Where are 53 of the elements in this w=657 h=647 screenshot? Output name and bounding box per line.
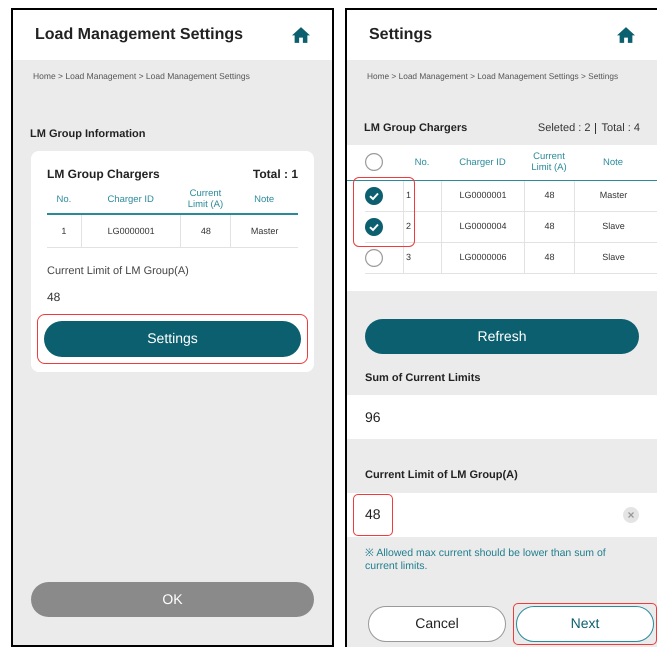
settings-button[interactable]: Settings xyxy=(44,320,301,357)
table-cell: 48 xyxy=(524,242,574,273)
selected-count: Seleted : 2 xyxy=(538,121,590,136)
table-cell: Slave xyxy=(574,242,652,273)
column-header: Note xyxy=(602,156,624,168)
cancel-button[interactable]: Cancel xyxy=(368,606,506,642)
limit-value: 48 xyxy=(353,494,393,536)
section-title: LM Group Information xyxy=(30,126,146,142)
table-cell: 48 xyxy=(524,212,574,242)
sum-label: Sum of Current Limits xyxy=(365,370,482,386)
unchecked-radio[interactable] xyxy=(365,153,383,172)
limit-label: Current Limit of LM Group(A) xyxy=(365,468,519,484)
column-header: No. xyxy=(56,194,72,205)
column-header: Current Limit (A) xyxy=(186,188,224,210)
next-button[interactable]: Next xyxy=(516,606,654,642)
sum-field: 96 xyxy=(347,395,657,440)
card-title: LM Group Chargers xyxy=(47,166,160,184)
total-count: Total : 1 xyxy=(252,166,298,184)
limit-value: 48 xyxy=(47,288,62,306)
table-cell: 3 xyxy=(403,242,441,273)
table-cell: 1 xyxy=(403,180,441,211)
column-header: Note xyxy=(253,194,276,205)
table-cell: 48 xyxy=(180,215,230,248)
limit-field[interactable]: 48 xyxy=(347,492,657,537)
breadcrumb: Home > Load Management > Load Management Settings > Settings xyxy=(367,70,620,82)
total-count: Total : 4 xyxy=(601,121,640,136)
table-cell: LG0000001 xyxy=(80,215,180,248)
refresh-button[interactable]: Refresh xyxy=(365,318,639,354)
table-cell: LG0000004 xyxy=(441,212,524,242)
column-header: Charger ID xyxy=(458,156,507,168)
table-cell: Slave xyxy=(574,212,652,242)
table-cell: Master xyxy=(230,215,298,248)
table-cell: 2 xyxy=(403,212,441,242)
table-cell: LG0000001 xyxy=(441,180,524,211)
breadcrumb: Home > Load Management > Load Management Settings xyxy=(33,70,251,83)
column-header: Current Limit (A) xyxy=(530,151,568,174)
clear-icon[interactable] xyxy=(623,506,639,523)
checked-radio[interactable] xyxy=(365,186,383,205)
table-cell-text: 1 xyxy=(60,224,68,238)
hint-note: ※ Allowed max current should be lower than sum of current limits. xyxy=(365,546,607,573)
checked-radio[interactable] xyxy=(365,218,383,236)
column-header: Charger ID xyxy=(106,194,155,205)
column-header: No. xyxy=(414,156,430,168)
screen-title: Load Management Settings xyxy=(35,25,244,45)
home-icon[interactable] xyxy=(617,27,635,43)
home-icon[interactable] xyxy=(292,27,310,43)
screen-title: Settings xyxy=(369,25,432,45)
table-cell: 48 xyxy=(524,180,574,211)
table-cell: LG0000006 xyxy=(441,242,524,273)
table-cell: Master xyxy=(574,180,652,211)
limit-label: Current Limit of LM Group(A) xyxy=(47,264,190,280)
table-title: LM Group Chargers xyxy=(364,121,468,136)
unchecked-radio[interactable] xyxy=(365,248,383,267)
